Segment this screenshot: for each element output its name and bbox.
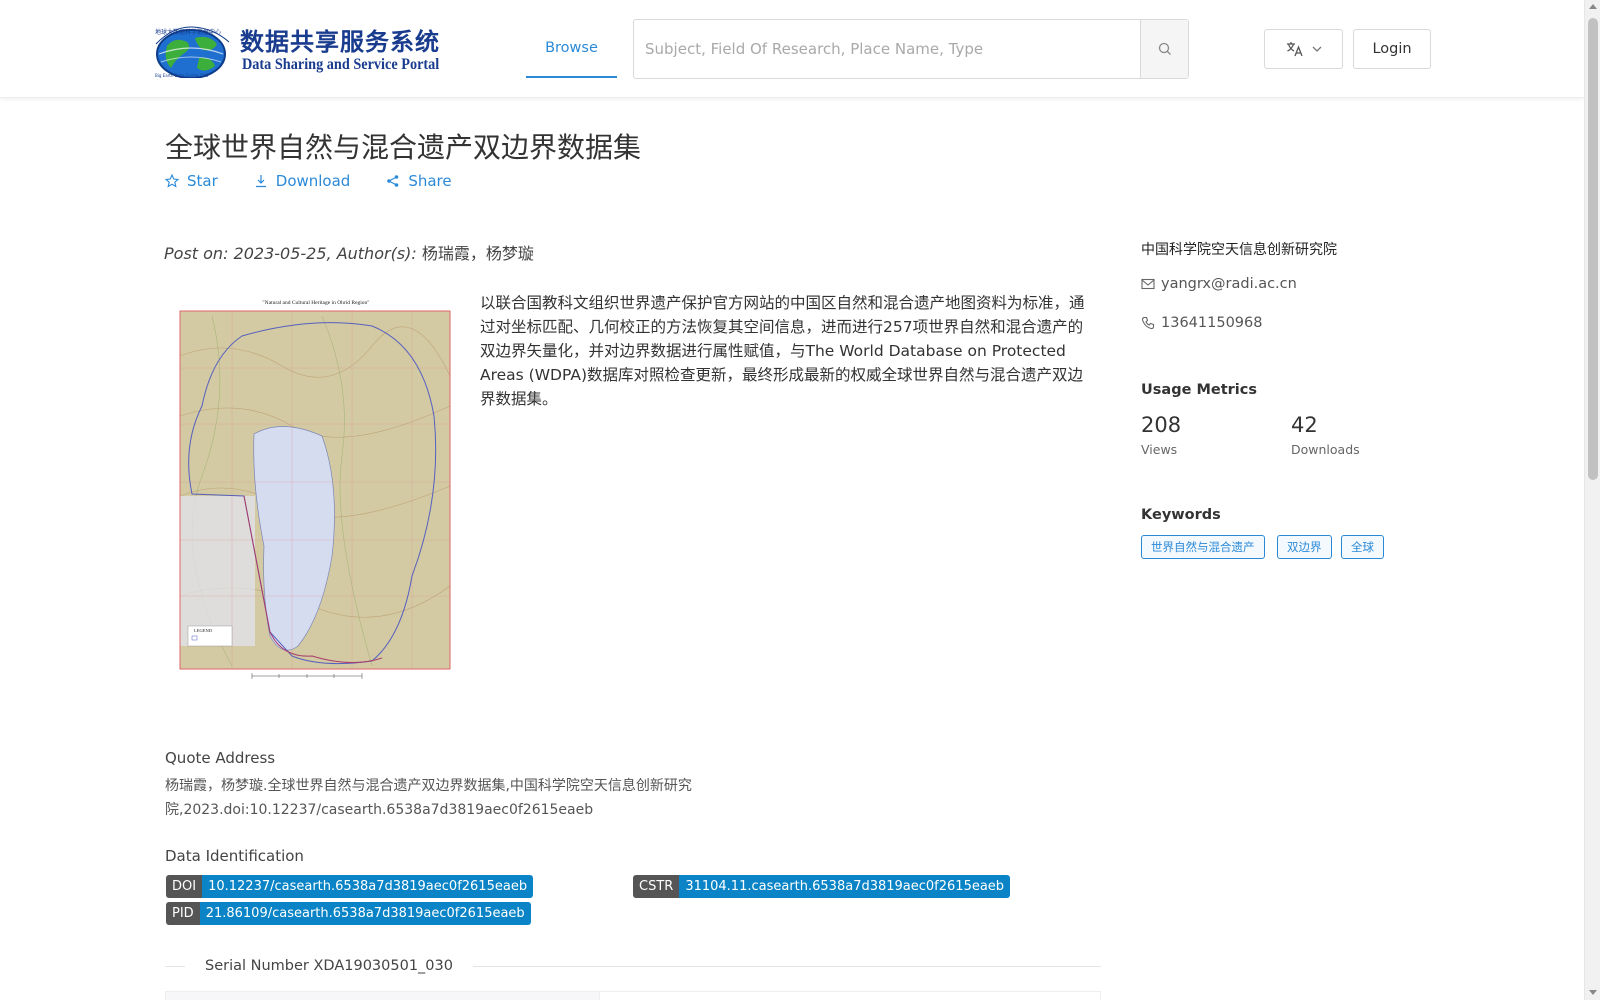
scrollbar-thumb[interactable] — [1588, 18, 1598, 480]
keywords-heading: Keywords — [1141, 507, 1221, 523]
contact-phone[interactable]: 13641150968 — [1141, 315, 1262, 331]
details-table-cell — [166, 992, 600, 1000]
post-date: Post on: 2023-05-25, Author(s): — [164, 244, 417, 263]
translate-icon — [1286, 42, 1303, 57]
dataset-description: 以联合国教科文组织世界遗产保护官方网站的中国区自然和混合遗产地图资料为标准，通过… — [480, 294, 1085, 408]
site-logo[interactable]: 地球大数据科学数据中心 Big Earth Data Center,CAS 数据… — [153, 20, 443, 80]
download-label: Download — [275, 172, 351, 190]
top-header: 地球大数据科学数据中心 Big Earth Data Center,CAS 数据… — [0, 0, 1584, 98]
download-icon — [255, 175, 266, 188]
cstr-badge[interactable]: CSTR 31104.11.casearth.6538a7d3819aec0f2… — [633, 875, 1011, 898]
logo-org-en: Big Earth Data Center,CAS — [155, 73, 209, 78]
map-title: "Natural and Cultural Heritage in Ohrid … — [262, 300, 369, 306]
quote-text: 杨瑞霞，杨梦璇.全球世界自然与混合遗产双边界数据集,中国科学院空天信息创新研究院… — [165, 778, 692, 818]
email-text: yangrx@radi.ac.cn — [1161, 276, 1297, 292]
post-info: Post on: 2023-05-25, Author(s): 杨瑞霞，杨梦璇 — [164, 240, 534, 264]
serial-number: Serial Number XDA19030501_030 — [185, 958, 473, 974]
keyword-tag[interactable]: 双边界 — [1277, 535, 1332, 559]
mail-icon — [1141, 278, 1155, 290]
download-button[interactable]: Download — [254, 172, 351, 190]
share-icon — [387, 175, 399, 187]
doi-value: 10.12237/casearth.6538a7d3819aec0f2615ea… — [202, 875, 534, 898]
share-button[interactable]: Share — [386, 172, 452, 190]
star-icon — [165, 174, 179, 188]
cstr-value: 31104.11.casearth.6538a7d3819aec0f2615ea… — [679, 875, 1011, 898]
scroll-up-arrow-icon[interactable] — [1589, 4, 1597, 9]
logo-title-cn: 数据共享服务系统 — [240, 28, 440, 56]
identification-heading: Data Identification — [165, 847, 304, 865]
downloads-label: Downloads — [1291, 442, 1360, 457]
search-input[interactable] — [634, 20, 1140, 78]
search-button[interactable] — [1140, 20, 1188, 78]
share-label: Share — [408, 172, 452, 190]
pid-badge[interactable]: PID 21.86109/casearth.6538a7d3819aec0f26… — [166, 902, 531, 925]
language-switcher[interactable] — [1264, 29, 1343, 69]
details-table — [165, 991, 1101, 1000]
keyword-tag[interactable]: 世界自然与混合遗产 — [1141, 535, 1265, 559]
contact-email[interactable]: yangrx@radi.ac.cn — [1141, 276, 1297, 292]
logo-org-cn: 地球大数据科学数据中心 — [155, 28, 221, 36]
scroll-down-arrow-icon[interactable] — [1589, 990, 1597, 995]
map-legend-title: LEGEND — [194, 628, 213, 633]
keyword-tag[interactable]: 全球 — [1341, 535, 1384, 559]
search-bar — [633, 19, 1189, 79]
quote-heading: Quote Address — [165, 749, 276, 767]
dataset-actions: Star Download Share — [165, 172, 488, 190]
views-count: 208 — [1141, 413, 1182, 437]
authors: 杨瑞霞，杨梦璇 — [421, 244, 534, 263]
dataset-title: 全球世界自然与混合遗产双边界数据集 — [165, 131, 642, 164]
views-label: Views — [1141, 442, 1178, 457]
organization-name: 中国科学院空天信息创新研究院 — [1141, 242, 1337, 258]
nav-browse-tab[interactable]: Browse — [526, 19, 617, 78]
usage-metrics-heading: Usage Metrics — [1141, 382, 1257, 398]
doi-badge[interactable]: DOI 10.12237/casearth.6538a7d3819aec0f26… — [166, 875, 534, 898]
star-label: Star — [187, 172, 218, 190]
login-button[interactable]: Login — [1353, 29, 1431, 69]
star-button[interactable]: Star — [165, 172, 218, 190]
dataset-map-thumbnail: "Natural and Cultural Heritage in Ohrid … — [179, 300, 451, 679]
phone-icon — [1141, 316, 1155, 330]
page-scrollbar[interactable] — [1584, 0, 1600, 1000]
pid-key: PID — [166, 902, 200, 925]
doi-key: DOI — [166, 875, 203, 898]
cstr-key: CSTR — [633, 875, 680, 898]
globe-logo-icon: 地球大数据科学数据中心 Big Earth Data Center,CAS — [155, 26, 230, 78]
logo-title-en: Data Sharing and Service Portal — [242, 56, 440, 73]
chevron-down-icon — [1312, 46, 1321, 52]
phone-text: 13641150968 — [1161, 315, 1263, 331]
downloads-count: 42 — [1291, 413, 1318, 437]
pid-value: 21.86109/casearth.6538a7d3819aec0f2615ea… — [199, 902, 531, 925]
search-icon — [1158, 42, 1171, 55]
